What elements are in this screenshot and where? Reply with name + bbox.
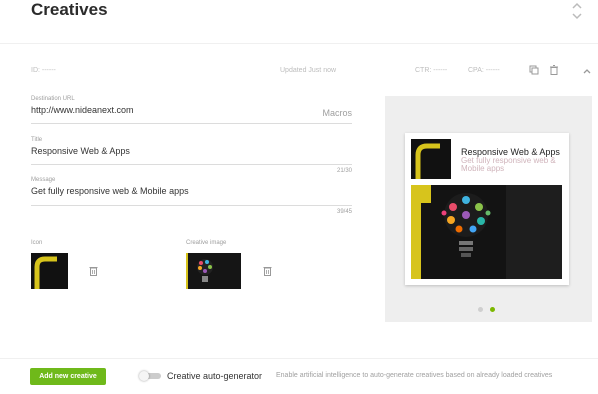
preview-subtitle: Get fully responsive web & Mobile apps — [461, 156, 556, 173]
title-field[interactable]: Title Responsive Web & Apps 21/30 — [31, 137, 352, 177]
updated-status: Updated Just now — [280, 67, 337, 74]
message-label: Message — [31, 177, 56, 183]
message-input[interactable]: Get fully responsive web & Mobile apps — [31, 186, 352, 196]
destination-url-field[interactable]: Destination URL http://www.nideanext.com… — [31, 96, 352, 124]
lightbulb-icon — [411, 185, 562, 279]
icon-label: Icon — [31, 240, 43, 246]
page-header: Creatives — [0, 0, 598, 44]
carousel-dot-active[interactable] — [490, 307, 495, 312]
cpa-value: CPA: ------ — [468, 67, 500, 74]
logo-icon — [31, 253, 68, 289]
title-char-counter: 21/30 — [336, 168, 352, 174]
title-input[interactable]: Responsive Web & Apps — [31, 146, 352, 156]
page-title: Creatives — [31, 0, 108, 19]
field-underline — [31, 164, 352, 165]
footer-bar: Add new creative Creative auto-generator… — [0, 358, 598, 394]
creative-image-thumbnail[interactable] — [186, 253, 241, 289]
delete-creative-image-icon[interactable] — [263, 266, 272, 276]
macros-link[interactable]: Macros — [322, 108, 352, 118]
auto-generator-toggle[interactable] — [139, 371, 162, 381]
message-field[interactable]: Message Get fully responsive web & Mobil… — [31, 177, 352, 217]
copy-icon[interactable] — [529, 65, 539, 75]
creative-image-label: Creative image — [186, 240, 227, 246]
trash-icon[interactable] — [549, 65, 559, 75]
sort-icon[interactable] — [571, 1, 583, 21]
message-char-counter: 39/45 — [336, 209, 352, 215]
ad-preview-card: Responsive Web & Apps Get fully responsi… — [405, 133, 569, 285]
auto-generator-hint: Enable artificial intelligence to auto-g… — [276, 372, 553, 379]
preview-panel: Responsive Web & Apps Get fully responsi… — [385, 96, 592, 322]
toggle-knob — [139, 371, 149, 381]
lightbulb-icon — [186, 253, 241, 289]
field-underline — [31, 123, 352, 124]
chevron-up-icon[interactable] — [582, 66, 592, 76]
field-underline — [31, 205, 352, 206]
add-new-creative-button[interactable]: Add new creative — [30, 368, 106, 385]
title-label: Title — [31, 137, 43, 143]
carousel-dot[interactable] — [478, 307, 483, 312]
ctr-value: CTR: ------ — [415, 67, 448, 74]
destination-url-input[interactable]: http://www.nideanext.com — [31, 105, 352, 115]
auto-generator-label: Creative auto-generator — [167, 371, 263, 381]
preview-icon — [411, 139, 451, 179]
delete-icon-image[interactable] — [89, 266, 98, 276]
logo-icon — [411, 139, 451, 179]
destination-url-label: Destination URL — [31, 96, 75, 102]
preview-image — [411, 185, 562, 279]
creative-id: ID: ------ — [31, 67, 56, 74]
icon-thumbnail[interactable] — [31, 253, 68, 289]
